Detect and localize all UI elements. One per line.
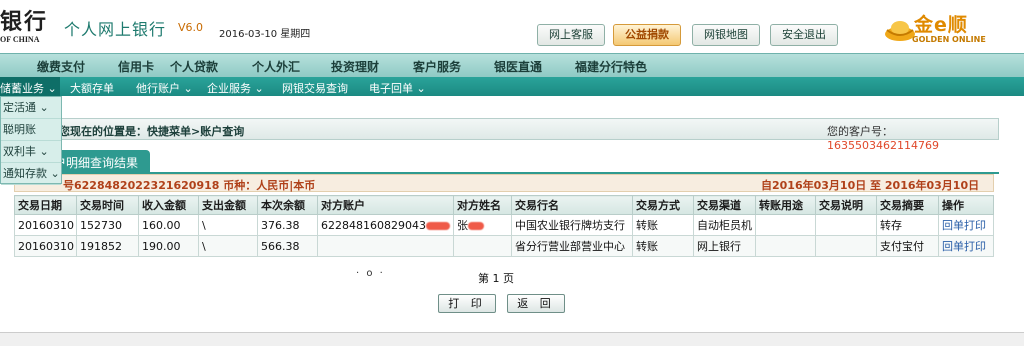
page-indicator: 第 1 页 xyxy=(478,272,514,285)
dropdown-item-dinghuotong[interactable]: 定活通 ⌄ xyxy=(1,97,61,119)
col-date: 交易日期 xyxy=(14,195,77,215)
receipt-print-link[interactable]: 回单打印 xyxy=(938,235,994,257)
print-button[interactable]: 打 印 xyxy=(438,294,496,313)
sub-nav: 储蓄业务 ⌄ 大额存单 他行账户 ⌄ 企业服务 ⌄ 网银交易查询 电子回单 ⌄ xyxy=(0,77,1024,96)
sub-nav-large-deposit[interactable]: 大额存单 xyxy=(70,80,114,96)
savings-dropdown-menu: 定活通 ⌄ 聪明账 双利丰 ⌄ 通知存款 ⌄ xyxy=(0,96,62,185)
col-counter-name: 对方姓名 xyxy=(453,195,512,215)
redaction-mark xyxy=(468,222,484,230)
col-balance: 本次余额 xyxy=(257,195,318,215)
main-nav: 缴费支付 信用卡 个人贷款 个人外汇 投资理财 客户服务 银医直通 福建分行特色 xyxy=(0,53,1024,77)
receipt-print-link[interactable]: 回单打印 xyxy=(938,214,994,236)
nav-payment[interactable]: 缴费支付 xyxy=(37,58,85,75)
back-button[interactable]: 返 回 xyxy=(507,294,565,313)
col-action: 操作 xyxy=(938,195,994,215)
site-title: 个人网上银行 xyxy=(64,20,167,39)
dropdown-item-shuanglifeng[interactable]: 双利丰 ⌄ xyxy=(1,141,61,163)
nav-personal-loan[interactable]: 个人贷款 xyxy=(170,58,218,75)
sub-nav-transaction-query[interactable]: 网银交易查询 xyxy=(282,80,348,96)
bank-map-button[interactable]: 网银地图 xyxy=(692,24,760,46)
sub-nav-e-receipt[interactable]: 电子回单 ⌄ xyxy=(369,80,426,96)
nav-investment[interactable]: 投资理财 xyxy=(331,58,379,75)
col-purpose: 转账用途 xyxy=(755,195,816,215)
breadcrumb-bar: 您现在的位置是：快捷菜单>账户查询 您的客户号：1635503462114769 xyxy=(14,118,999,152)
table-row: 20160310 152730 160.00 \ 376.38 62284816… xyxy=(14,214,994,236)
header-date: 2016-03-10 星期四 xyxy=(219,29,311,40)
charity-donation-button[interactable]: 公益捐款 xyxy=(613,24,681,46)
site-version: V6.0 xyxy=(178,21,204,34)
counter-name-cell: 张 xyxy=(453,214,512,236)
nav-credit-card[interactable]: 信用卡 xyxy=(118,58,154,75)
bank-logo-subtitle: OF CHINA xyxy=(0,35,40,44)
customer-number: 您的客户号：1635503462114769 xyxy=(827,125,939,152)
golden-online-logo: 金e顺 GOLDEN ONLINE xyxy=(884,10,1014,48)
nav-forex[interactable]: 个人外汇 xyxy=(252,58,300,75)
sub-nav-savings[interactable]: 储蓄业务 ⌄ xyxy=(0,77,60,96)
loading-dots: · o · xyxy=(356,268,385,279)
account-currency-info: 号6228482022321620918 币种：人民币|本币 xyxy=(63,179,316,192)
col-channel: 交易渠道 xyxy=(693,195,756,215)
dropdown-item-notice-deposit[interactable]: 通知存款 ⌄ xyxy=(1,163,61,185)
nav-customer-service[interactable]: 客户服务 xyxy=(413,58,461,75)
col-expense: 支出金额 xyxy=(198,195,258,215)
header: 银行 OF CHINA 个人网上银行 V6.0 2016-03-10 星期四 网… xyxy=(0,0,1024,52)
col-summary: 交易摘要 xyxy=(876,195,939,215)
table-row: 20160310 191852 190.00 \ 566.38 省分行营业部营业… xyxy=(14,235,994,257)
dropdown-item-congmingzhang[interactable]: 聪明账 xyxy=(1,119,61,141)
sub-nav-other-bank[interactable]: 他行账户 ⌄ xyxy=(136,80,193,96)
counter-account-cell: 622848160829043 xyxy=(317,214,454,236)
col-bank-name: 交易行名 xyxy=(511,195,633,215)
bank-logo: 银行 xyxy=(0,9,49,35)
safe-logout-button[interactable]: 安全退出 xyxy=(770,24,838,46)
table-header-row: 交易日期 交易时间 收入金额 支出金额 本次余额 对方账户 对方姓名 交易行名 … xyxy=(14,195,994,215)
col-note: 交易说明 xyxy=(815,195,877,215)
nav-fujian-special[interactable]: 福建分行特色 xyxy=(575,58,647,75)
sub-nav-enterprise[interactable]: 企业服务 ⌄ xyxy=(207,80,264,96)
transaction-table: 交易日期 交易时间 收入金额 支出金额 本次余额 对方账户 对方姓名 交易行名 … xyxy=(14,195,994,257)
chevron-down-icon: ⌄ xyxy=(44,82,57,95)
breadcrumb: 您现在的位置是：快捷菜单>账户查询 xyxy=(59,125,245,138)
col-counter-account: 对方账户 xyxy=(317,195,454,215)
col-time: 交易时间 xyxy=(76,195,139,215)
nav-hospital[interactable]: 银医直通 xyxy=(494,58,542,75)
col-income: 收入金额 xyxy=(138,195,199,215)
online-service-button[interactable]: 网上客服 xyxy=(537,24,605,46)
date-range: 自2016年03月10日 至 2016年03月10日 xyxy=(761,179,980,192)
col-method: 交易方式 xyxy=(632,195,694,215)
account-info-bar: 号6228482022321620918 币种：人民币|本币 自2016年03月… xyxy=(14,174,994,192)
footer-bar xyxy=(0,332,1024,346)
redaction-mark xyxy=(425,221,450,230)
